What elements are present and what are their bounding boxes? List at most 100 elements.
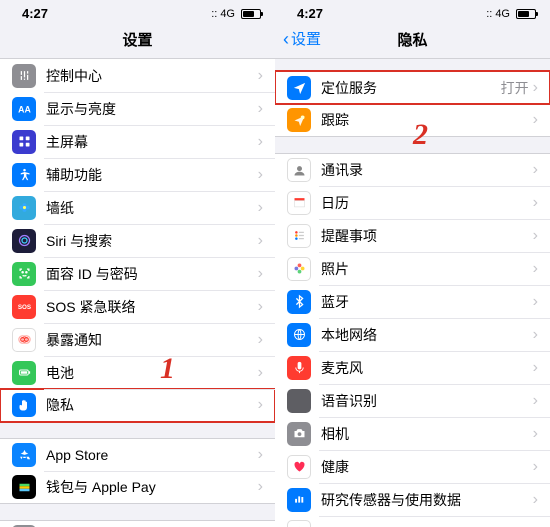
page-title: 隐私	[397, 32, 427, 49]
svg-text:SOS: SOS	[17, 304, 30, 311]
row-label: 研究传感器与使用数据	[321, 490, 533, 510]
row-label: 照片	[321, 259, 533, 279]
settings-row-contacts[interactable]: 通讯录›	[275, 153, 550, 186]
chevron-right-icon: ›	[258, 332, 263, 348]
chevron-right-icon: ›	[533, 459, 538, 475]
row-label: 跟踪	[321, 110, 533, 130]
row-label: 日历	[321, 193, 533, 213]
row-label: 蓝牙	[321, 292, 533, 312]
settings-row-flower[interactable]: 墙纸›	[0, 191, 275, 224]
grid-icon	[12, 130, 36, 154]
chevron-right-icon: ›	[258, 134, 263, 150]
chevron-right-icon: ›	[533, 195, 538, 211]
settings-row-health[interactable]: 健康›	[275, 450, 550, 483]
row-label: 主屏幕	[46, 132, 258, 152]
status-bar: 4:27 :: 4G	[0, 0, 275, 23]
row-label: 墙纸	[46, 198, 258, 218]
research-icon	[287, 488, 311, 512]
chevron-right-icon: ›	[258, 68, 263, 84]
settings-row-reminders[interactable]: 提醒事项›	[275, 219, 550, 252]
settings-row-bluetooth[interactable]: 蓝牙›	[275, 285, 550, 318]
settings-row-grid[interactable]: 主屏幕›	[0, 125, 275, 158]
settings-row-exposure[interactable]: 暴露通知›	[0, 323, 275, 356]
settings-row-hand[interactable]: 隐私›	[0, 389, 275, 422]
settings-row-aa[interactable]: AA 显示与亮度›	[0, 92, 275, 125]
chevron-right-icon: ›	[533, 393, 538, 409]
calendar-icon	[287, 191, 311, 215]
row-label: 辅助功能	[46, 165, 258, 185]
mic-icon	[287, 356, 311, 380]
svg-text:AA: AA	[18, 104, 31, 114]
settings-row-speech[interactable]: 语音识别›	[275, 384, 550, 417]
settings-row-face[interactable]: 面容 ID 与密码›	[0, 257, 275, 290]
flower-icon	[12, 196, 36, 220]
chevron-right-icon: ›	[258, 479, 263, 495]
row-label: 暴露通知	[46, 330, 258, 350]
status-time: 4:27	[22, 6, 48, 21]
settings-row-tracking[interactable]: 跟踪›	[275, 104, 550, 137]
health-icon	[287, 455, 311, 479]
privacy-screen: 4:27 :: 4G ‹ 设置 隐私 定位服务打开›跟踪›通讯录›日历›提醒事项…	[275, 0, 550, 527]
row-label: 相机	[321, 424, 533, 444]
settings-row-photos[interactable]: 照片›	[275, 252, 550, 285]
camera-icon	[287, 422, 311, 446]
settings-list[interactable]: 控制中心›AA显示与亮度›主屏幕›辅助功能›墙纸›Siri 与搜索›面容 ID …	[0, 59, 275, 527]
settings-row-battery[interactable]: 电池›	[0, 356, 275, 389]
chevron-right-icon: ›	[258, 447, 263, 463]
settings-row-sos[interactable]: SOSSOS 紧急联络›	[0, 290, 275, 323]
settings-row-control[interactable]: 控制中心›	[0, 59, 275, 92]
tracking-icon	[287, 108, 311, 132]
chevron-right-icon: ›	[533, 360, 538, 376]
row-label: 隐私	[46, 395, 258, 415]
settings-row-calendar[interactable]: 日历›	[275, 186, 550, 219]
settings-row-mic[interactable]: 麦克风›	[275, 351, 550, 384]
chevron-right-icon: ›	[258, 266, 263, 282]
nav-bar: 设置	[0, 23, 275, 59]
settings-row-homekit[interactable]: HomeKit›	[275, 516, 550, 527]
row-label: 健康	[321, 457, 533, 477]
astore-icon	[12, 443, 36, 467]
status-right: :: 4G	[486, 8, 536, 20]
chevron-left-icon: ‹	[283, 30, 289, 48]
homekit-icon	[287, 520, 311, 527]
back-button[interactable]: ‹ 设置	[283, 28, 321, 49]
speech-icon	[287, 389, 311, 413]
chevron-right-icon: ›	[258, 101, 263, 117]
status-right: :: 4G	[211, 8, 261, 20]
row-label: 提醒事项	[321, 226, 533, 246]
settings-row-astore[interactable]: App Store›	[0, 438, 275, 471]
status-time: 4:27	[297, 6, 323, 21]
row-label: 显示与亮度	[46, 99, 258, 119]
network-icon	[287, 323, 311, 347]
chevron-right-icon: ›	[258, 233, 263, 249]
settings-row-location[interactable]: 定位服务打开›	[275, 71, 550, 104]
row-label: 语音识别	[321, 391, 533, 411]
chevron-right-icon: ›	[258, 200, 263, 216]
nav-bar: ‹ 设置 隐私	[275, 23, 550, 59]
settings-row-network[interactable]: 本地网络›	[275, 318, 550, 351]
settings-row-camera[interactable]: 相机›	[275, 417, 550, 450]
reminders-icon	[287, 224, 311, 248]
chevron-right-icon: ›	[533, 327, 538, 343]
settings-row-siri[interactable]: Siri 与搜索›	[0, 224, 275, 257]
row-label: 电池	[46, 363, 258, 383]
row-value: 打开	[501, 78, 529, 98]
row-label: 本地网络	[321, 325, 533, 345]
exposure-icon	[12, 328, 36, 352]
settings-row-wallet[interactable]: 钱包与 Apple Pay›	[0, 471, 275, 504]
chevron-right-icon: ›	[533, 162, 538, 178]
chevron-right-icon: ›	[258, 299, 263, 315]
settings-row-key[interactable]: 密码›	[0, 520, 275, 527]
settings-row-research[interactable]: 研究传感器与使用数据›	[275, 483, 550, 516]
row-label: 通讯录	[321, 160, 533, 180]
row-label: 控制中心	[46, 66, 258, 86]
settings-row-access[interactable]: 辅助功能›	[0, 158, 275, 191]
row-label: 面容 ID 与密码	[46, 264, 258, 284]
chevron-right-icon: ›	[533, 426, 538, 442]
hand-icon	[12, 393, 36, 417]
privacy-list[interactable]: 定位服务打开›跟踪›通讯录›日历›提醒事项›照片›蓝牙›本地网络›麦克风›语音识…	[275, 59, 550, 527]
chevron-right-icon: ›	[533, 80, 538, 96]
row-label: App Store	[46, 447, 258, 463]
chevron-right-icon: ›	[258, 167, 263, 183]
face-icon	[12, 262, 36, 286]
